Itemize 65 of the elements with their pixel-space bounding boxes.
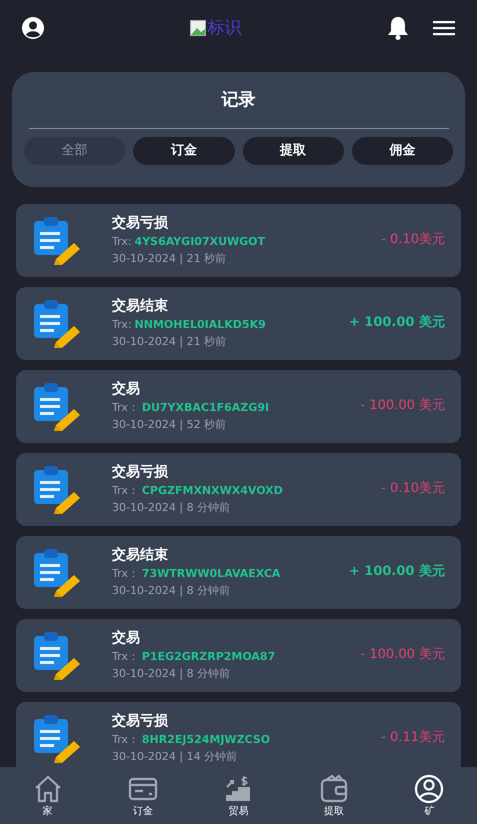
- clipboard-pencil-icon: [32, 381, 82, 431]
- record-title: 交易亏损: [112, 462, 169, 482]
- record-title: 交易亏损: [112, 214, 169, 233]
- record-time: 30-10-2024 | 21 秒前: [112, 334, 228, 350]
- filter-tab[interactable]: 订金: [133, 136, 234, 164]
- trx-label: Trx：: [112, 566, 139, 582]
- panel-title: 记录: [222, 89, 256, 112]
- record-amount: + 100.00 美元: [348, 562, 445, 582]
- trx-id: 8HR2EJ524MJWZCSO: [142, 732, 270, 748]
- record-card[interactable]: 交易结束 Trx： 73WTRWW0LAVAEXCA 30-10-2024 | 8 分钟前 + 100.00 美元: [16, 536, 461, 608]
- trx-label: Trx：: [112, 732, 139, 748]
- record-card[interactable]: 交易亏损 Trx： 8HR2EJ524MJWZCSO 30-10-2024 | 14 分钟前 - 0.11美元: [16, 702, 461, 767]
- record-card[interactable]: 交易 Trx： DU7YXBAC1F6AZG9I 30-10-2024 | 52 秒前 - 100.00 美元: [16, 370, 461, 442]
- record-time: 30-10-2024 | 52 秒前: [112, 417, 228, 433]
- user-icon[interactable]: [22, 17, 44, 39]
- clipboard-pencil-icon: [32, 713, 82, 763]
- record-card[interactable]: 交易亏损 Trx: 4YS6AYGI07XUWGOT 30-10-2024 | 21 秒前 - 0.10美元: [16, 204, 461, 276]
- record-amount: - 0.11美元: [381, 729, 445, 748]
- record-amount: - 0.10美元: [381, 231, 445, 250]
- nav-item[interactable]: 提取: [286, 767, 382, 824]
- trx-id: 73WTRWW0LAVAEXCA: [142, 566, 280, 582]
- trx-id: P1EG2GRZRP2MOA87: [142, 649, 276, 665]
- trx-id: DU7YXBAC1F6AZG9I: [142, 400, 270, 416]
- bell-icon[interactable]: [387, 16, 409, 40]
- trx-id: 4YS6AYGI07XUWGOT: [134, 234, 266, 250]
- record-amount: - 100.00 美元: [360, 397, 445, 416]
- trx-label: Trx：: [112, 649, 139, 665]
- record-time: 30-10-2024 | 14 分钟前: [112, 749, 238, 765]
- clipboard-pencil-icon: [32, 547, 82, 597]
- record-time: 30-10-2024 | 21 秒前: [112, 251, 228, 267]
- menu-icon[interactable]: [433, 20, 455, 36]
- nav-item[interactable]: 订金: [95, 767, 191, 824]
- record-title: 交易: [112, 628, 141, 648]
- trx-label: Trx：: [112, 400, 139, 416]
- trx-id: CPGZFMXNXWX4VOXD: [142, 483, 283, 499]
- logo-text: 标识: [208, 20, 242, 36]
- clipboard-pencil-icon: [32, 630, 82, 680]
- record-card[interactable]: 交易结束 Trx: NNMOHEL0IALKD5K9 30-10-2024 | 21 秒前 + 100.00 美元: [16, 286, 461, 360]
- clipboard-pencil-icon: [32, 464, 82, 514]
- filter-tab[interactable]: 佣金: [352, 136, 453, 164]
- trx-label: Trx：: [112, 483, 139, 499]
- trx-id: NNMOHEL0IALKD5K9: [134, 317, 266, 333]
- record-title: 交易: [112, 380, 141, 399]
- broken-image-icon: [190, 20, 206, 36]
- filter-tab[interactable]: 全部: [24, 136, 126, 164]
- nav-item[interactable]: 贸易: [190, 767, 286, 824]
- record-amount: - 100.00 美元: [360, 646, 445, 664]
- record-card[interactable]: 交易亏损 Trx： CPGZFMXNXWX4VOXD 30-10-2024 | 8 分钟前 - 0.10美元: [16, 452, 461, 526]
- record-time: 30-10-2024 | 8 分钟前: [112, 666, 232, 682]
- nav-item[interactable]: 家: [0, 767, 96, 824]
- record-amount: + 100.00 美元: [348, 314, 445, 332]
- record-amount: - 0.10美元: [381, 480, 445, 498]
- record-time: 30-10-2024 | 8 分钟前: [112, 500, 232, 516]
- record-card[interactable]: 交易 Trx： P1EG2GRZRP2MOA87 30-10-2024 | 8 分钟前 - 100.00 美元: [16, 618, 461, 692]
- record-title: 交易亏损: [112, 712, 169, 731]
- trx-label: Trx:: [112, 317, 132, 333]
- record-title: 交易结束: [112, 296, 169, 316]
- clipboard-pencil-icon: [32, 298, 82, 348]
- record-title: 交易结束: [112, 546, 169, 565]
- filter-tab[interactable]: 提取: [242, 136, 344, 164]
- clipboard-pencil-icon: [32, 215, 82, 265]
- record-time: 30-10-2024 | 8 分钟前: [112, 583, 232, 599]
- user-icon: [413, 772, 446, 804]
- trx-label: Trx:: [112, 234, 132, 250]
- nav-item[interactable]: 矿: [382, 767, 477, 824]
